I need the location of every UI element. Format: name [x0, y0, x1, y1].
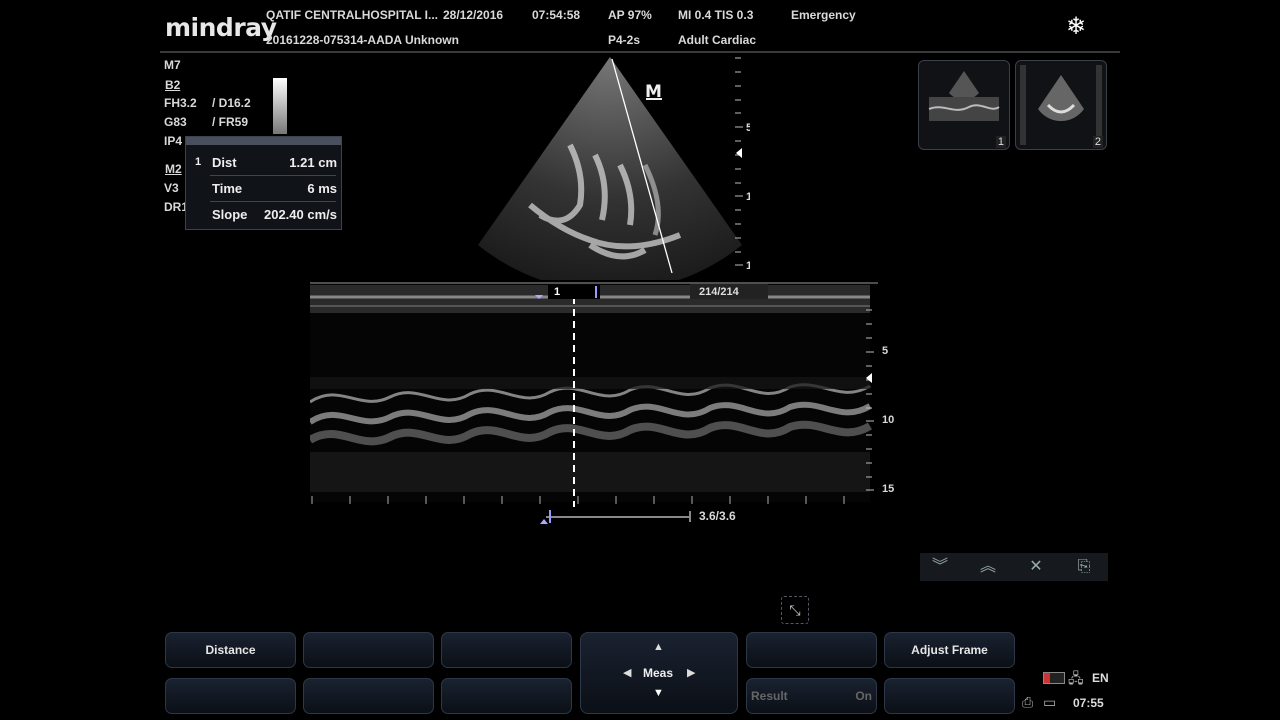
- language-indicator[interactable]: EN: [1092, 671, 1109, 685]
- measure-index: 1: [195, 156, 202, 168]
- system-clock: 07:55: [1073, 696, 1104, 710]
- depth-label: 10: [882, 414, 895, 426]
- measure-row-time: Time 6 ms: [186, 175, 341, 201]
- header-divider: [160, 51, 1120, 53]
- measure-row-dist: 1 Dist 1.21 cm: [186, 149, 341, 175]
- battery-icon: [1043, 672, 1065, 684]
- measure-key: Slope: [212, 207, 248, 222]
- measure-key: Dist: [212, 155, 237, 170]
- cine-marker-label: 1: [554, 286, 560, 298]
- measure-value: 202.40 cm/s: [263, 207, 337, 222]
- measure-value: 6 ms: [307, 181, 337, 196]
- network-icon: 🖧: [1068, 670, 1084, 686]
- b-mode-sector-image[interactable]: M 5 10 15: [470, 55, 750, 280]
- patient-id: 20161228-075314-AADA Unknown: [266, 33, 459, 47]
- sweep-readout: 3.6/3.6: [699, 509, 736, 523]
- measurement-result-panel[interactable]: 1 Dist 1.21 cm Time 6 ms Slope 202.40 cm…: [185, 136, 342, 230]
- meas-nav-pad[interactable]: ▲ ◀ Meas ▶ ▼: [580, 632, 738, 714]
- result-toggle-button[interactable]: Result On: [746, 678, 877, 714]
- thumbnail-number: 1: [995, 136, 1006, 148]
- softkey-empty-7[interactable]: [303, 678, 434, 714]
- depth-label: 15: [882, 483, 895, 495]
- param-b2: B2: [165, 78, 181, 92]
- mi-tis-readout: MI 0.4 TIS 0.3: [678, 8, 754, 22]
- hospital-name: QATIF CENTRALHOSPITAL I...: [266, 8, 438, 22]
- param-ip: IP4: [164, 134, 183, 148]
- close-icon[interactable]: ✕: [1016, 556, 1056, 578]
- export-icon[interactable]: ⎘: [1064, 556, 1104, 578]
- measure-value: 1.21 cm: [289, 155, 337, 170]
- mindray-logo: mindray: [165, 13, 277, 42]
- acoustic-power: AP 97%: [608, 8, 652, 22]
- exam-type: Adult Cardiac: [678, 33, 757, 47]
- softkey-empty-6[interactable]: [165, 678, 296, 714]
- distance-button[interactable]: Distance: [165, 632, 296, 668]
- param-depth: / D16.2: [212, 96, 251, 110]
- softkey-empty-4[interactable]: [746, 632, 877, 668]
- param-m2: M2: [165, 162, 182, 176]
- printer-icon: ⎙: [1022, 694, 1034, 710]
- meas-label: Meas: [643, 666, 674, 680]
- softkey-empty-10[interactable]: [884, 678, 1015, 714]
- thumbnail-number: 2: [1092, 136, 1103, 148]
- depth-label: 5: [746, 122, 750, 134]
- focus-marker[interactable]: [736, 148, 742, 158]
- arrow-down-icon[interactable]: ▼: [653, 687, 664, 699]
- adjust-frame-button[interactable]: Adjust Frame: [884, 632, 1015, 668]
- param-framerate: / FR59: [212, 115, 249, 129]
- arrow-up-icon[interactable]: ▲: [653, 641, 664, 653]
- freeze-icon[interactable]: ❄: [1066, 12, 1086, 41]
- depth-label: 5: [882, 345, 889, 357]
- probe-name: P4-2s: [608, 33, 641, 47]
- softkey-empty-8[interactable]: [441, 678, 572, 714]
- mode-label: Emergency: [791, 8, 856, 22]
- depth-label: 10: [746, 191, 750, 203]
- exam-date: 28/12/2016: [443, 8, 504, 22]
- result-label: Result: [751, 689, 788, 703]
- param-v: V3: [164, 181, 179, 195]
- measure-key: Time: [212, 181, 243, 196]
- arrow-left-icon[interactable]: ◀: [623, 666, 631, 679]
- thumbnail-1[interactable]: 1: [918, 60, 1010, 150]
- softkey-empty-2[interactable]: [303, 632, 434, 668]
- exam-time: 07:54:58: [532, 8, 581, 22]
- review-toolbar: ︾ ︽ ✕ ⎘: [920, 553, 1108, 581]
- caliper-icon[interactable]: ⤡: [781, 596, 809, 624]
- param-fh: FH3.2: [164, 96, 197, 110]
- m-mode-trace[interactable]: 1 214/214: [310, 282, 880, 507]
- thumbnail-2[interactable]: 2: [1015, 60, 1107, 150]
- arrow-right-icon[interactable]: ▶: [687, 666, 695, 679]
- frame-counter: 214/214: [699, 286, 740, 298]
- panel-header: [186, 137, 341, 145]
- sweep-slider[interactable]: [534, 508, 694, 526]
- softkey-empty-3[interactable]: [441, 632, 572, 668]
- depth-ruler-b: [735, 57, 743, 266]
- grayscale-bar: [273, 78, 287, 134]
- param-gain: G83: [164, 115, 187, 129]
- depth-label: 15: [746, 260, 750, 272]
- param-m7: M7: [164, 58, 181, 72]
- double-chevron-up-icon[interactable]: ︽: [968, 556, 1008, 578]
- double-chevron-down-icon[interactable]: ︾: [920, 556, 960, 578]
- monitor-icon: ▭: [1043, 694, 1057, 710]
- result-state: On: [855, 689, 872, 703]
- measure-row-slope: Slope 202.40 cm/s: [186, 201, 341, 227]
